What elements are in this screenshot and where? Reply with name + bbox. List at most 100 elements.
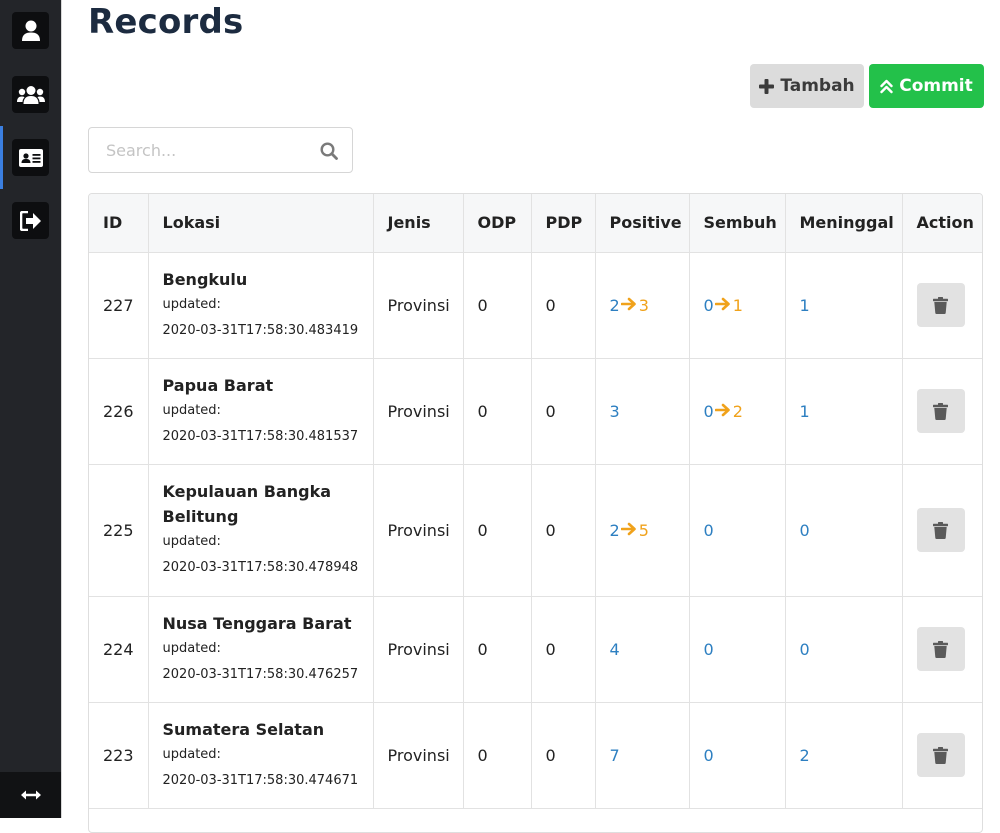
cell-meninggal: 2 <box>785 702 903 809</box>
record-id: 227 <box>103 295 134 315</box>
column-header[interactable]: ID <box>89 194 149 253</box>
double-chevron-up-icon <box>880 79 893 93</box>
plus-icon <box>759 78 775 94</box>
record-id: 223 <box>103 745 134 765</box>
new-value: 2 <box>732 401 743 421</box>
odp-value: 0 <box>477 401 488 421</box>
column-header[interactable]: Action <box>902 194 982 253</box>
updated-timestamp: 2020-03-31T17:58:30.474671 <box>162 772 359 788</box>
location-name: Bengkulu <box>162 269 248 289</box>
positive-change: 5 <box>620 521 649 540</box>
meninggal-value: 1 <box>799 295 810 315</box>
column-header[interactable]: Sembuh <box>689 194 786 253</box>
column-header[interactable]: Jenis <box>373 194 464 253</box>
column-header[interactable]: Meninggal <box>785 194 903 253</box>
cell-jenis: Provinsi <box>373 252 464 359</box>
table-row: 226 Papua Barat updated: 2020-03-31T17:5… <box>89 358 982 465</box>
cell-pdp: 0 <box>531 252 596 359</box>
cell-action <box>902 252 982 359</box>
cell-id: 224 <box>89 596 149 703</box>
cell-pdp: 0 <box>531 464 596 597</box>
location-name: Nusa Tenggara Barat <box>162 613 352 633</box>
arrow-right-icon <box>620 522 636 536</box>
cell-pdp: 0 <box>531 358 596 465</box>
cell-id: 225 <box>89 464 149 597</box>
cell-sembuh: 02 <box>689 358 786 465</box>
cell-pdp: 0 <box>531 702 596 809</box>
cell-odp: 0 <box>463 252 532 359</box>
positive-change: 3 <box>620 296 649 315</box>
delete-button[interactable] <box>916 283 965 327</box>
odp-value: 0 <box>477 520 488 540</box>
cell-sembuh: 0 <box>689 596 786 703</box>
pdp-value: 0 <box>545 639 556 659</box>
table-header-row: ID Lokasi Jenis ODP PDP Positive Sembuh … <box>89 194 982 253</box>
delete-button[interactable] <box>916 733 965 777</box>
search-box <box>88 127 353 173</box>
delete-button[interactable] <box>916 508 965 552</box>
search-icon[interactable] <box>320 142 338 160</box>
sidebar-item-logout[interactable] <box>12 202 49 239</box>
cell-lokasi: Kepulauan Bangka Belitung updated: 2020-… <box>148 464 374 597</box>
cell-positive: 23 <box>595 252 690 359</box>
trash-icon <box>933 746 948 764</box>
cell-id: 226 <box>89 358 149 465</box>
cell-action <box>902 464 982 597</box>
table-row: 224 Nusa Tenggara Barat updated: 2020-03… <box>89 596 982 703</box>
column-header[interactable]: Lokasi <box>148 194 374 253</box>
commit-button[interactable]: Commit <box>869 64 984 108</box>
commit-button-label: Commit <box>899 76 973 96</box>
updated-label: updated: <box>162 402 221 418</box>
sidebar-toggle[interactable] <box>0 772 61 818</box>
column-header[interactable]: Positive <box>595 194 690 253</box>
users-icon <box>16 85 45 104</box>
trash-icon <box>933 640 948 658</box>
delete-button[interactable] <box>916 627 965 671</box>
new-value: 1 <box>732 295 743 315</box>
odp-value: 0 <box>477 295 488 315</box>
jenis-value: Provinsi <box>387 295 450 315</box>
pdp-value: 0 <box>545 295 556 315</box>
sidebar-item-users[interactable] <box>12 76 49 113</box>
cell-jenis: Provinsi <box>373 358 464 465</box>
sidebar-item-user[interactable] <box>12 12 49 49</box>
page-title: Records <box>88 2 244 42</box>
cell-odp: 0 <box>463 702 532 809</box>
jenis-value: Provinsi <box>387 745 450 765</box>
cell-lokasi: Papua Barat updated: 2020-03-31T17:58:30… <box>148 358 374 465</box>
positive-value: 2 <box>609 520 620 540</box>
sembuh-value: 0 <box>703 639 714 659</box>
location-name: Sumatera Selatan <box>162 719 325 739</box>
updated-label: updated: <box>162 296 221 312</box>
positive-value: 4 <box>609 639 620 659</box>
cell-positive: 7 <box>595 702 690 809</box>
odp-value: 0 <box>477 745 488 765</box>
sembuh-value: 0 <box>703 401 714 421</box>
column-header[interactable]: PDP <box>531 194 596 253</box>
trash-icon <box>933 296 948 314</box>
record-id: 225 <box>103 520 134 540</box>
sembuh-change: 2 <box>714 402 743 421</box>
column-header[interactable]: ODP <box>463 194 532 253</box>
cell-action <box>902 358 982 465</box>
arrow-right-icon <box>714 403 730 417</box>
arrow-right-icon <box>620 297 636 311</box>
delete-button[interactable] <box>916 389 965 433</box>
cell-jenis: Provinsi <box>373 702 464 809</box>
sidebar-item-records[interactable] <box>12 139 49 176</box>
add-button[interactable]: Tambah <box>750 64 864 108</box>
cell-positive: 3 <box>595 358 690 465</box>
cell-lokasi: Bengkulu updated: 2020-03-31T17:58:30.48… <box>148 252 374 359</box>
cell-meninggal: 0 <box>785 464 903 597</box>
cell-meninggal: 0 <box>785 596 903 703</box>
updated-timestamp: 2020-03-31T17:58:30.481537 <box>162 428 359 444</box>
meninggal-value: 2 <box>799 745 810 765</box>
expand-arrows-icon <box>20 790 41 800</box>
updated-timestamp: 2020-03-31T17:58:30.478948 <box>162 560 359 575</box>
meninggal-value: 0 <box>799 639 810 659</box>
odp-value: 0 <box>477 639 488 659</box>
search-input[interactable] <box>89 128 326 172</box>
arrow-right-icon <box>714 297 730 311</box>
sign-out-icon <box>19 210 41 231</box>
id-card-icon <box>18 148 43 167</box>
